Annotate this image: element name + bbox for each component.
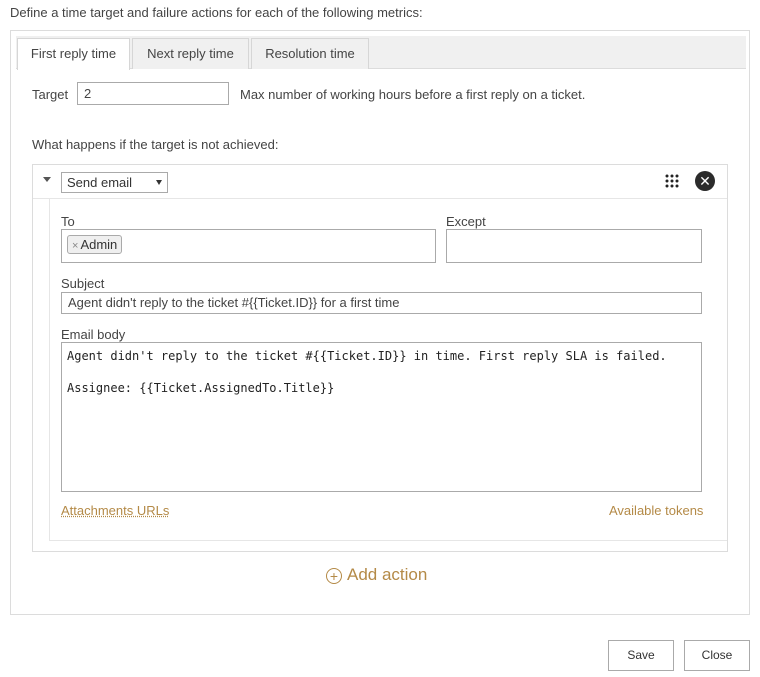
- plus-circle-icon: +: [326, 568, 342, 584]
- except-label: Except: [446, 214, 486, 229]
- recipient-tag-label: Admin: [80, 237, 118, 252]
- grid-icon[interactable]: [665, 174, 679, 188]
- except-field[interactable]: [446, 229, 702, 263]
- tab-next-reply-time[interactable]: Next reply time: [132, 38, 249, 69]
- add-action-label: Add action: [347, 565, 428, 584]
- tab-first-reply-time[interactable]: First reply time: [17, 38, 130, 70]
- target-label: Target: [32, 87, 69, 102]
- tab-resolution-time[interactable]: Resolution time: [251, 38, 369, 69]
- close-circle-icon[interactable]: ✕: [695, 171, 715, 191]
- available-tokens-link[interactable]: Available tokens: [609, 503, 703, 518]
- chevron-down-icon: [156, 180, 162, 185]
- to-label: To: [61, 214, 75, 229]
- attachments-urls-link[interactable]: Attachments URLs: [61, 503, 169, 518]
- caret-down-icon[interactable]: [43, 177, 51, 182]
- action-type-value: Send email: [67, 175, 133, 190]
- target-input[interactable]: 2: [77, 82, 229, 105]
- intro-text: Define a time target and failure actions…: [10, 5, 423, 20]
- email-body-label: Email body: [61, 327, 126, 342]
- target-hint: Max number of working hours before a fir…: [240, 87, 586, 102]
- action-type-select[interactable]: Send email: [61, 172, 168, 193]
- email-body-textarea[interactable]: Agent didn't reply to the ticket #{{Tick…: [61, 342, 702, 492]
- recipient-tag[interactable]: × Admin: [67, 235, 123, 254]
- subject-label: Subject: [61, 276, 105, 291]
- failure-heading: What happens if the target is not achiev…: [32, 137, 279, 152]
- close-button[interactable]: Close: [684, 640, 750, 671]
- remove-tag-icon[interactable]: ×: [72, 240, 78, 252]
- save-button[interactable]: Save: [608, 640, 674, 671]
- subject-input[interactable]: Agent didn't reply to the ticket #{{Tick…: [61, 292, 702, 314]
- add-action-button[interactable]: + Add action: [326, 565, 427, 585]
